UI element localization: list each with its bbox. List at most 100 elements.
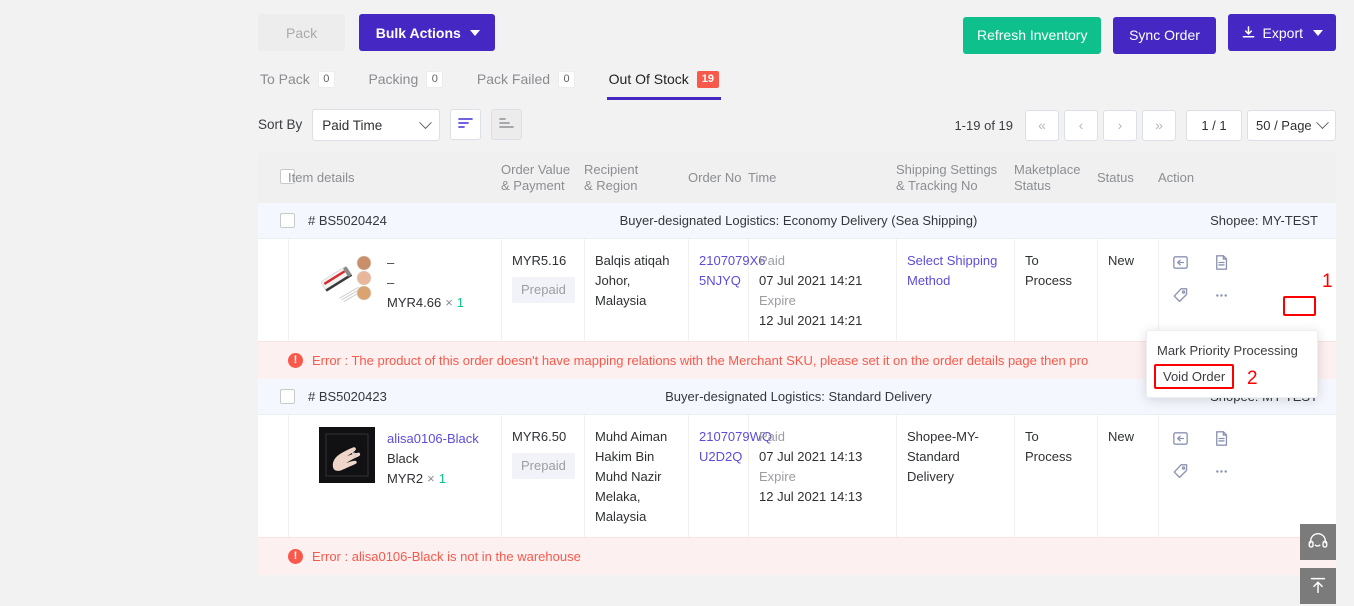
item-price-qty: MYR4.66 × 1 <box>387 293 464 313</box>
headset-support-icon <box>1307 530 1329 555</box>
item-quantity: 1 <box>438 471 446 486</box>
more-ellipsis-icon[interactable] <box>1212 462 1231 481</box>
more-actions-dropdown: Mark Priority Processing Void Order <box>1146 330 1318 398</box>
menu-item-void-order[interactable]: Void Order <box>1154 364 1235 389</box>
bulk-actions-button[interactable]: Bulk Actions <box>358 14 495 51</box>
shipping-method-line1: Shopee-MY- <box>907 429 979 444</box>
download-icon <box>1241 25 1256 40</box>
return-arrow-icon[interactable] <box>1171 253 1190 272</box>
sort-ascending-icon <box>498 116 515 133</box>
recipient-cell: Balqis atiqah Johor, Malaysia <box>585 239 689 341</box>
pack-button[interactable]: Pack <box>258 14 346 51</box>
pagination-first-button[interactable]: « <box>1025 109 1059 141</box>
return-arrow-icon[interactable] <box>1171 429 1190 448</box>
sort-ascending-button[interactable] <box>491 109 523 140</box>
pagination-current-page[interactable]: 1 / 1 <box>1186 109 1242 141</box>
multiply-symbol: × <box>445 295 453 310</box>
expire-label: Expire <box>759 469 796 484</box>
chevron-down-icon <box>1313 29 1323 36</box>
tab-label: Pack Failed <box>476 71 551 87</box>
column-order-value-line2: & Payment <box>501 178 565 193</box>
column-recipient-line1: Recipient <box>584 162 639 177</box>
annotation-number-2: 2 <box>1247 368 1258 389</box>
sync-order-button[interactable]: Sync Order <box>1113 16 1216 54</box>
tag-icon[interactable] <box>1171 286 1190 305</box>
tab-to-pack[interactable]: To Pack 0 <box>258 64 337 94</box>
shipping-settings-cell: Select Shipping Method <box>897 239 1015 341</box>
select-shipping-method-link-line2[interactable]: Method <box>907 271 1006 291</box>
error-text: Error : alisa0106-Black is not in the wa… <box>312 549 581 564</box>
order-no-link-line1[interactable]: 2107079WQ <box>699 427 772 447</box>
order-no-link-line2[interactable]: 5NJYQ <box>699 271 741 291</box>
order-value: MYR5.16 <box>512 253 567 268</box>
item-text: alisa0106-Black Black MYR2 × 1 <box>387 427 479 489</box>
sort-descending-button[interactable] <box>450 109 482 140</box>
action-cell <box>1159 415 1259 537</box>
item-name[interactable]: alisa0106-Black <box>387 429 479 449</box>
table-header-row: Item details Order Value & Payment Recip… <box>258 153 1336 203</box>
export-button[interactable]: Export <box>1227 14 1336 51</box>
pagination-prev-button[interactable]: ‹ <box>1064 109 1098 141</box>
paid-time: 07 Jul 2021 14:21 <box>759 273 863 288</box>
more-ellipsis-icon[interactable] <box>1212 286 1231 305</box>
tab-out-of-stock[interactable]: Out Of Stock 19 <box>606 64 722 100</box>
export-label: Export <box>1262 24 1303 41</box>
item-price: MYR4.66 <box>387 295 442 310</box>
order-header: # BS5020424 Buyer-designated Logistics: … <box>258 203 1336 239</box>
item-variant: Black <box>387 451 419 466</box>
shipping-settings-cell: Shopee-MY- Standard Delivery <box>897 415 1015 537</box>
item-price-qty: MYR2 × 1 <box>387 469 479 489</box>
document-icon[interactable] <box>1212 429 1231 448</box>
paid-label: Paid <box>759 253 786 268</box>
column-marketplace-line1: Maketplace <box>1014 162 1081 177</box>
column-status: Status <box>1097 170 1134 185</box>
item-variant: – <box>387 275 395 290</box>
marketplace-status-cell: To Process <box>1015 415 1098 537</box>
order-id: # BS5020424 <box>308 213 387 228</box>
product-thumbnail[interactable] <box>319 251 375 307</box>
paid-label: Paid <box>759 429 786 444</box>
refresh-inventory-button[interactable]: Refresh Inventory <box>962 16 1102 54</box>
marketplace-status-cell: To Process <box>1015 239 1098 341</box>
sort-field-select[interactable]: Paid Time <box>312 109 441 141</box>
column-order-value: Order Value & Payment <box>501 162 584 194</box>
select-shipping-method-link-line1[interactable]: Select Shipping <box>907 251 1006 271</box>
column-time: Time <box>748 170 777 185</box>
tag-icon[interactable] <box>1171 462 1190 481</box>
column-item-details: Item details <box>288 170 355 185</box>
tab-count: 0 <box>558 70 576 88</box>
action-icon-row-2 <box>1171 462 1251 481</box>
menu-item-mark-priority-processing[interactable]: Mark Priority Processing <box>1147 337 1317 364</box>
page-size-select[interactable]: 50 / Page <box>1247 109 1336 141</box>
tab-pack-failed[interactable]: Pack Failed 0 <box>475 64 577 94</box>
product-thumbnail[interactable] <box>319 427 375 483</box>
tab-packing[interactable]: Packing 0 <box>366 64 445 94</box>
time-cell: Paid 07 Jul 2021 14:21 Expire 12 Jul 202… <box>749 239 897 341</box>
action-icon-row-2 <box>1171 286 1251 305</box>
order-select-checkbox[interactable] <box>280 213 295 228</box>
payment-badge: Prepaid <box>512 277 575 303</box>
column-marketplace-status: Maketplace Status <box>1014 162 1097 194</box>
item-quantity: 1 <box>456 295 465 310</box>
back-to-top-button[interactable] <box>1300 568 1336 604</box>
column-order-no: Order No <box>688 170 742 185</box>
pagination-next-button[interactable]: › <box>1103 109 1137 141</box>
pagination: 1-19 of 19 « ‹ › » 1 / 1 50 / Page <box>954 109 1336 141</box>
multiply-symbol: × <box>427 471 435 486</box>
document-icon[interactable] <box>1212 253 1231 272</box>
item-details-cell: – – MYR4.66 × 1 <box>289 239 502 341</box>
order-select-checkbox[interactable] <box>280 389 295 404</box>
bulk-actions-label: Bulk Actions <box>375 24 461 41</box>
tab-count: 0 <box>426 70 444 88</box>
support-button[interactable] <box>1300 524 1336 560</box>
order-body: – – MYR4.66 × 1 MYR5.16 Prepaid Balqis ati… <box>258 239 1336 341</box>
pagination-last-button[interactable]: » <box>1142 109 1176 141</box>
status-cell: New <box>1098 415 1159 537</box>
tab-count: 0 <box>317 70 335 88</box>
order-no-link-line1[interactable]: 2107079X6 <box>699 251 766 271</box>
order-no-link-line2[interactable]: U2D2Q <box>699 447 742 467</box>
item-text: – – MYR4.66 × 1 <box>387 251 464 313</box>
paid-time: 07 Jul 2021 14:13 <box>759 449 863 464</box>
order-shop: Shopee: MY-TEST <box>1210 213 1318 228</box>
order-no-cell: 2107079X6 5NJYQ <box>689 239 766 341</box>
